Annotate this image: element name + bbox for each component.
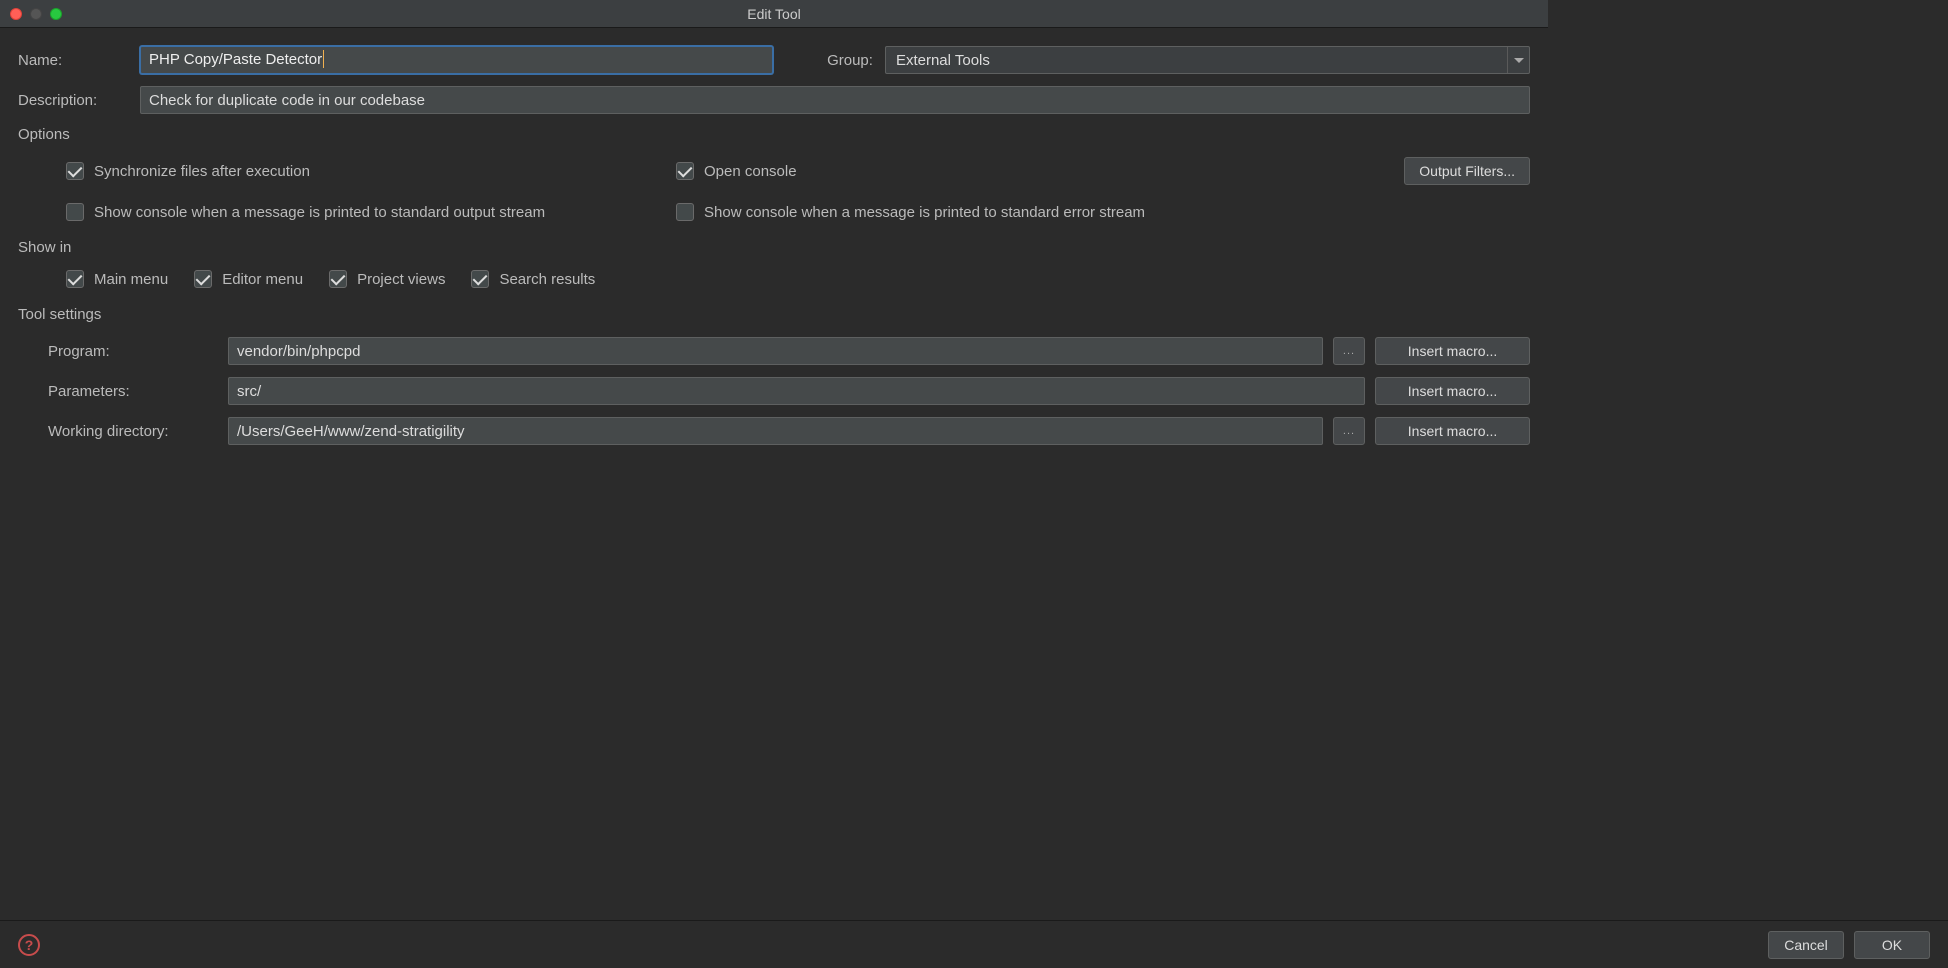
tool-settings-section-title: Tool settings xyxy=(18,306,1530,323)
show-stdout-checkbox[interactable] xyxy=(66,203,84,221)
options-section-title: Options xyxy=(18,126,1530,143)
sync-files-checkbox[interactable] xyxy=(66,162,84,180)
main-menu-label: Main menu xyxy=(94,271,168,288)
open-console-label: Open console xyxy=(704,163,797,180)
program-browse-button[interactable]: ... xyxy=(1333,337,1365,365)
search-results-checkbox[interactable] xyxy=(471,270,489,288)
workdir-insert-macro-button[interactable]: Insert macro... xyxy=(1375,417,1530,445)
project-views-label: Project views xyxy=(357,271,445,288)
chevron-down-icon xyxy=(1507,47,1529,73)
window-title: Edit Tool xyxy=(0,6,1548,22)
dialog-footer: ? Cancel OK xyxy=(0,920,1948,968)
description-input[interactable] xyxy=(140,86,1530,114)
parameters-insert-macro-button[interactable]: Insert macro... xyxy=(1375,377,1530,405)
close-window-button[interactable] xyxy=(10,8,22,20)
ok-button[interactable]: OK xyxy=(1854,931,1930,959)
name-input[interactable] xyxy=(140,46,773,74)
name-label: Name: xyxy=(18,52,128,69)
window-controls xyxy=(0,8,62,20)
show-stdout-label: Show console when a message is printed t… xyxy=(94,204,545,221)
workdir-input[interactable] xyxy=(228,417,1323,445)
maximize-window-button[interactable] xyxy=(50,8,62,20)
editor-menu-label: Editor menu xyxy=(222,271,303,288)
help-icon[interactable]: ? xyxy=(18,934,40,956)
title-bar: Edit Tool xyxy=(0,0,1548,28)
group-select-value: External Tools xyxy=(896,52,990,69)
open-console-checkbox[interactable] xyxy=(676,162,694,180)
editor-menu-checkbox[interactable] xyxy=(194,270,212,288)
minimize-window-button[interactable] xyxy=(30,8,42,20)
search-results-label: Search results xyxy=(499,271,595,288)
workdir-label: Working directory: xyxy=(48,423,218,440)
show-stderr-label: Show console when a message is printed t… xyxy=(704,204,1145,221)
parameters-input[interactable] xyxy=(228,377,1365,405)
group-label: Group: xyxy=(827,52,873,69)
main-menu-checkbox[interactable] xyxy=(66,270,84,288)
group-select[interactable]: External Tools xyxy=(885,46,1530,74)
program-input[interactable] xyxy=(228,337,1323,365)
showin-section-title: Show in xyxy=(18,239,1530,256)
project-views-checkbox[interactable] xyxy=(329,270,347,288)
program-insert-macro-button[interactable]: Insert macro... xyxy=(1375,337,1530,365)
description-label: Description: xyxy=(18,92,128,109)
output-filters-button[interactable]: Output Filters... xyxy=(1404,157,1530,185)
sync-files-label: Synchronize files after execution xyxy=(94,163,310,180)
workdir-browse-button[interactable]: ... xyxy=(1333,417,1365,445)
show-stderr-checkbox[interactable] xyxy=(676,203,694,221)
program-label: Program: xyxy=(48,343,218,360)
parameters-label: Parameters: xyxy=(48,383,218,400)
cancel-button[interactable]: Cancel xyxy=(1768,931,1844,959)
